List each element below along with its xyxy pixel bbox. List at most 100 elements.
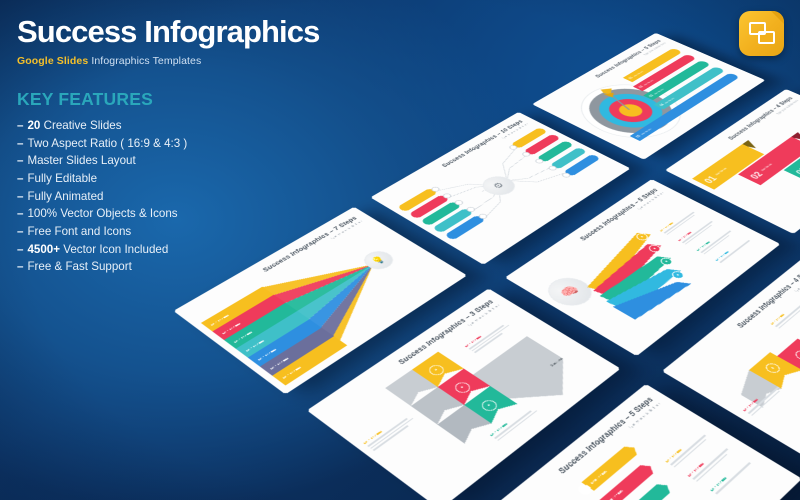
step-bar[interactable]: Main Title Info <box>212 295 286 341</box>
feature-label: Master Slides Layout <box>27 152 135 170</box>
feature-label: 20 Creative Slides <box>27 117 121 135</box>
subtitle-rest: Infographics Templates <box>88 55 201 67</box>
step-bar[interactable]: Main Title Info <box>224 303 298 349</box>
slide-subtitle: Type your subtitle here <box>566 402 661 480</box>
end-label: Success <box>549 356 564 367</box>
step-number: 03 <box>648 94 655 98</box>
key-features-heading: KEY FEATURES <box>17 89 287 110</box>
step-label: Main Title Info <box>281 366 301 379</box>
feature-label: Two Aspect Ratio ( 16:9 & 4:3 ) <box>27 135 187 153</box>
brand-label: Google Slides <box>17 55 88 67</box>
step-number: 05 <box>635 134 642 138</box>
step-icon: ✦ <box>426 363 447 377</box>
step-label: Main Title Info <box>221 322 241 334</box>
feature-label: 4500+ Vector Icon Included <box>27 241 168 259</box>
page-title: Success Infographics <box>17 16 287 48</box>
feature-label: Fully Editable <box>27 170 97 188</box>
step-label: Main Title Info <box>653 88 664 95</box>
feature-bullet: – <box>17 241 23 259</box>
chevron-stack <box>716 281 800 443</box>
step-text: Main Title Info <box>687 442 734 481</box>
step-label: Main Title Info <box>742 380 779 412</box>
chevron-stack <box>365 308 605 476</box>
step-text: Main Title Info <box>742 380 786 416</box>
feature-bullet: – <box>17 258 23 276</box>
feature-bullet: – <box>17 170 23 188</box>
feature-item: – Fully Animated <box>17 188 287 206</box>
step-label: Main Title Info <box>715 167 728 175</box>
step-label: Main Title Info <box>363 411 410 444</box>
step-bar[interactable]: Main Title Info <box>201 287 275 332</box>
feature-bullet: – <box>17 205 23 223</box>
feature-item: – Two Aspect Ratio ( 16:9 & 4:3 ) <box>17 135 287 153</box>
feature-bullet: – <box>17 223 23 241</box>
feature-label: 100% Vector Objects & Icons <box>27 205 177 223</box>
step-number: 02 <box>747 170 765 181</box>
step-tag[interactable]: Main Title Info <box>614 481 674 500</box>
feature-item: – Free Font and Icons <box>17 223 287 241</box>
step-icon: ★ <box>670 270 686 280</box>
idea-head-icon: 🧠 <box>539 272 600 311</box>
step-label: Main Title Info <box>687 442 728 477</box>
step-number: 03 <box>792 166 800 176</box>
step-text: Main Title Info <box>709 456 753 494</box>
feature-label: Fully Animated <box>27 188 103 206</box>
step-icon: ✦ <box>763 362 782 375</box>
step-bar[interactable]: Main Title Info <box>260 328 335 377</box>
step-label: Main Title Info <box>663 97 674 104</box>
step-label: Main Title Info <box>269 357 289 370</box>
step-dot <box>576 483 594 496</box>
feature-label: Free Font and Icons <box>27 223 131 241</box>
step-number: 02 <box>638 85 645 88</box>
slide-subtitle: Type your subtitle here <box>745 271 800 333</box>
step-icon: ✦ <box>793 349 800 362</box>
step-label: Main Title Info <box>489 404 533 437</box>
slide-title: Success Infographics – 5 Steps <box>593 39 663 79</box>
step-text: Main Title Info <box>363 411 418 450</box>
step-label: Main Title Info <box>632 71 643 77</box>
step-bar[interactable]: Main Title Info <box>248 319 323 367</box>
step-text: Main Title Info <box>464 319 513 353</box>
step-label: Main Title Info <box>590 470 608 485</box>
slide-shape-front <box>749 22 766 35</box>
step-label: Main Title Info <box>605 489 624 500</box>
feature-bullet: – <box>17 135 23 153</box>
step-number: 01 <box>628 76 635 79</box>
step-label: Main Title Info <box>760 163 773 171</box>
feature-item: – Fully Editable <box>17 170 287 188</box>
feature-bullet: – <box>17 117 23 135</box>
step-label: Main Title Info <box>245 339 265 352</box>
step-label: Main Title Info <box>664 429 705 463</box>
step-text: Main Title Info <box>489 404 539 441</box>
slide-subtitle: Type your subtitle here <box>405 304 501 369</box>
step-icon: ✦ <box>452 380 473 395</box>
step-label: Main Title Info <box>643 79 654 85</box>
feature-bullet: – <box>17 152 23 170</box>
page-subtitle: Google Slides Infographics Templates <box>17 55 287 67</box>
step-tag[interactable]: Main Title Info <box>597 462 657 500</box>
feature-item: –100% Vector Objects & Icons <box>17 205 287 223</box>
step-label: Main Title Info <box>257 348 277 361</box>
feature-emphasis: 4500+ <box>27 243 60 256</box>
feature-list: –20 Creative Slides – Two Aspect Ratio ( 1… <box>17 117 287 275</box>
hero-copy: Success Infographics Google Slides Infog… <box>17 16 287 276</box>
bulb-icon: 💡 <box>358 248 398 273</box>
step-bar[interactable]: Main Title Info <box>236 311 310 358</box>
feature-emphasis: 20 <box>27 119 40 132</box>
step-label: Main Title Info <box>210 314 230 326</box>
step-text: Main Title Info <box>770 298 800 329</box>
step-tag[interactable]: Main Title Info <box>581 444 640 491</box>
step-bar[interactable]: Main Title Info <box>272 336 347 385</box>
slide-header: Success Infographics – 5 Steps Type your… <box>556 395 662 479</box>
feature-bullet: – <box>17 188 23 206</box>
step-label: Main Title Info <box>464 319 505 348</box>
feature-item: –4500+ Vector Icon Included <box>17 241 287 259</box>
step-label: Main Title Info <box>770 298 800 325</box>
step-text: Main Title Info <box>664 429 711 468</box>
step-label: Main Title Info <box>709 456 749 492</box>
feature-item: –20 Creative Slides <box>17 117 287 135</box>
feature-label: Free & Fast Support <box>27 258 131 276</box>
step-number: 01 <box>701 174 719 185</box>
google-slides-icon[interactable] <box>739 11 784 56</box>
step-icon: ✦ <box>479 398 500 413</box>
